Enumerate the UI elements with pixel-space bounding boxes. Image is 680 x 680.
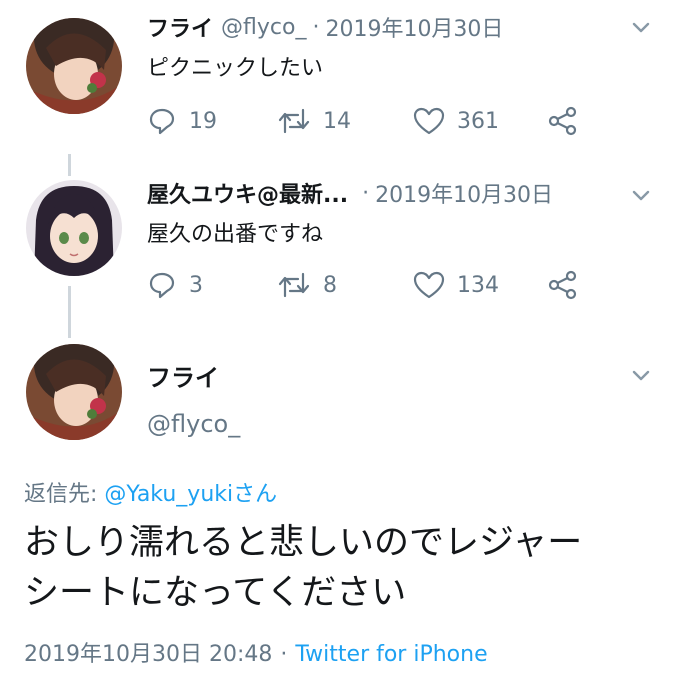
thread-connector-2	[68, 286, 71, 338]
reply-count: 3	[189, 272, 203, 298]
author-handle[interactable]: @flyco_	[221, 15, 306, 40]
retweet-icon	[278, 108, 310, 134]
tweet-actions: 3 8 134	[147, 268, 587, 302]
reply-icon	[149, 272, 175, 299]
replying-to: 返信先: @Yaku_yukiさん	[24, 476, 277, 508]
author-handle[interactable]: @flyco_	[147, 410, 240, 438]
tweet-source-link[interactable]: Twitter for iPhone	[295, 642, 487, 667]
tweet-header: 屋久ユウキ@最新... · 2019年10月30日	[147, 176, 553, 210]
author-name[interactable]: フライ	[147, 11, 213, 43]
retweet-button[interactable]: 8	[277, 268, 337, 302]
chevron-down-icon[interactable]	[628, 14, 654, 40]
like-count: 134	[457, 272, 499, 298]
thread-connector-1	[68, 154, 71, 176]
retweet-count: 14	[323, 108, 351, 134]
reply-button[interactable]: 3	[147, 268, 203, 302]
tweet-text: 屋久の出番ですね	[147, 222, 324, 247]
author-name[interactable]: 屋久ユウキ@最新...	[147, 177, 348, 209]
share-icon	[548, 270, 577, 300]
like-button[interactable]: 134	[413, 268, 499, 302]
tweet-date[interactable]: 2019年10月30日	[375, 177, 553, 209]
heart-icon	[413, 107, 445, 135]
like-count: 361	[457, 108, 499, 134]
retweet-icon	[278, 272, 310, 298]
retweet-button[interactable]: 14	[277, 104, 351, 138]
heart-icon	[413, 271, 445, 299]
replying-to-label: 返信先:	[24, 482, 105, 507]
reply-icon	[149, 108, 175, 135]
avatar[interactable]	[26, 180, 122, 276]
separator-dot: ·	[362, 180, 370, 206]
tweet-body: おしり濡れると悲しいのでレジャー シートになってください	[24, 518, 664, 618]
reply-button[interactable]: 19	[147, 104, 217, 138]
chevron-down-icon[interactable]	[628, 362, 654, 388]
tweet-meta: 2019年10月30日 20:48 · Twitter for iPhone	[24, 636, 488, 668]
retweet-count: 8	[323, 272, 337, 298]
share-button[interactable]	[547, 268, 579, 302]
share-icon	[548, 106, 577, 136]
replying-to-link[interactable]: @Yaku_yukiさん	[104, 482, 277, 507]
tweet-text: ピクニックしたい	[147, 56, 324, 81]
tweet-body-line: おしり濡れると悲しいのでレジャー	[24, 523, 583, 563]
tweet-date[interactable]: 2019年10月30日	[325, 11, 503, 43]
tweet-actions: 19 14 361	[147, 104, 587, 138]
separator-dot: ·	[312, 14, 320, 40]
separator-dot: ·	[280, 642, 288, 667]
share-button[interactable]	[547, 104, 579, 138]
like-button[interactable]: 361	[413, 104, 499, 138]
tweet-body-line: シートになってください	[24, 573, 407, 613]
tweet-timestamp[interactable]: 2019年10月30日 20:48	[24, 642, 272, 667]
tweet-header: フライ @flyco_ · 2019年10月30日	[147, 10, 503, 44]
chevron-down-icon[interactable]	[628, 182, 654, 208]
avatar[interactable]	[26, 344, 122, 440]
author-name[interactable]: フライ	[147, 358, 219, 393]
avatar[interactable]	[26, 18, 122, 114]
reply-count: 19	[189, 108, 217, 134]
